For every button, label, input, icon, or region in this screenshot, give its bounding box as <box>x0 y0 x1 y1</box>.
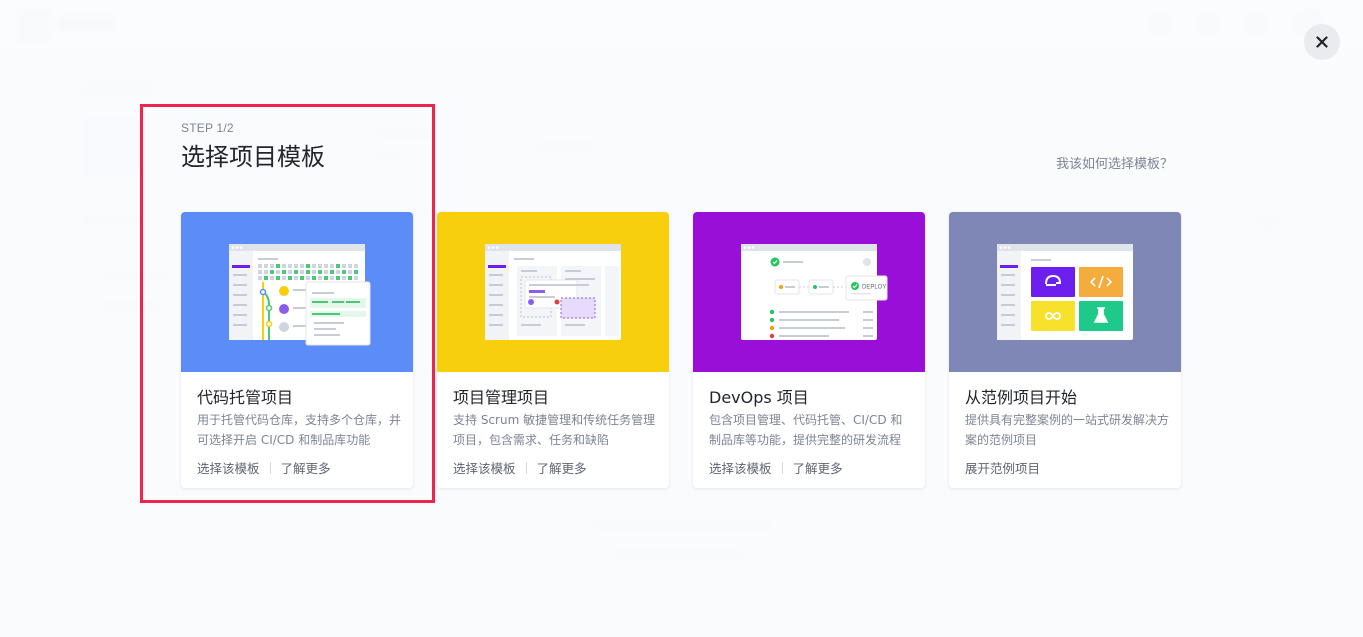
close-button[interactable] <box>1304 24 1340 60</box>
learn-more-link[interactable]: 了解更多 <box>537 458 587 477</box>
modal-title: 选择项目模板 <box>181 143 325 171</box>
card-actions: 选择该模板 了解更多 <box>453 458 587 477</box>
expand-example-projects-button[interactable]: 展开范例项目 <box>965 458 1040 477</box>
close-icon <box>1316 36 1328 48</box>
help-link[interactable]: 我该如何选择模板？ <box>1056 153 1173 172</box>
select-template-button[interactable]: 选择该模板 <box>453 458 516 477</box>
example-project-illustration <box>949 212 1181 372</box>
card-actions: 展开范例项目 <box>965 458 1040 477</box>
card-actions: 选择该模板 了解更多 <box>197 458 331 477</box>
select-template-button[interactable]: 选择该模板 <box>709 458 772 477</box>
template-card-example-project[interactable]: 从范例项目开始 提供具有完整案例的一站式研发解决方案的范例项目 展开范例项目 <box>949 212 1181 488</box>
divider <box>525 461 527 474</box>
card-title: 项目管理项目 <box>453 388 550 407</box>
learn-more-link[interactable]: 了解更多 <box>281 458 331 477</box>
divider <box>269 461 271 474</box>
learn-more-link[interactable]: 了解更多 <box>793 458 843 477</box>
card-description: 提供具有完整案例的一站式研发解决方案的范例项目 <box>965 413 1170 447</box>
select-template-button[interactable]: 选择该模板 <box>197 458 260 477</box>
card-actions: 选择该模板 了解更多 <box>709 458 843 477</box>
divider <box>781 461 783 474</box>
card-title: DevOps 项目 <box>709 388 809 407</box>
template-card-devops[interactable]: DEPLOY DevOps 项目 包含项目管理、代码托管、CI/CD 和制品库等… <box>693 212 925 488</box>
card-description: 用于托管代码仓库，支持多个仓库，并可选择开启 CI/CD 和制品库功能 <box>197 413 402 447</box>
devops-illustration: DEPLOY <box>693 212 925 372</box>
deploy-badge: DEPLOY <box>862 285 886 291</box>
step-indicator: STEP 1/2 <box>181 121 234 135</box>
template-card-code-hosting[interactable]: 代码托管项目 用于托管代码仓库，支持多个仓库，并可选择开启 CI/CD 和制品库… <box>181 212 413 488</box>
card-description: 包含项目管理、代码托管、CI/CD 和制品库等功能，提供完整的研发流程 <box>709 413 903 447</box>
card-description: 支持 Scrum 敏捷管理和传统任务管理项目，包含需求、任务和缺陷 <box>453 413 656 447</box>
card-title: 从范例项目开始 <box>965 388 1078 407</box>
project-management-illustration <box>437 212 669 372</box>
code-hosting-illustration <box>181 212 413 372</box>
card-title: 代码托管项目 <box>197 388 294 407</box>
template-card-project-management[interactable]: 项目管理项目 支持 Scrum 敏捷管理和传统任务管理项目，包含需求、任务和缺陷… <box>437 212 669 488</box>
